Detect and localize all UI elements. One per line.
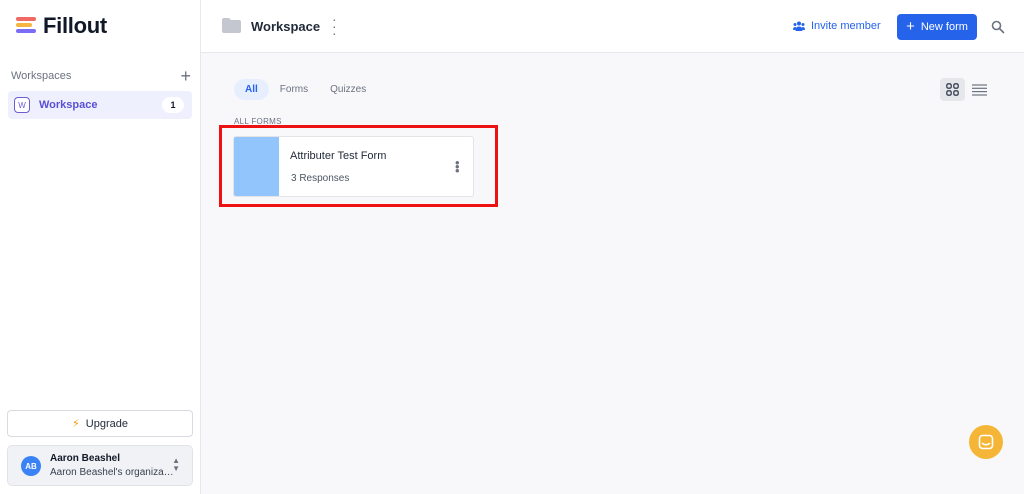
grid-view-button[interactable]	[940, 78, 965, 101]
lightning-icon: ⚡	[72, 418, 80, 430]
new-form-button[interactable]: + New form	[897, 14, 977, 40]
list-icon	[971, 83, 987, 96]
header: Workspace · · · Invite member + New form	[201, 0, 1024, 53]
more-options-icon[interactable]: · · ·	[332, 12, 337, 40]
tab-quizzes[interactable]: Quizzes	[319, 79, 377, 100]
workspace-count-badge: 1	[162, 97, 184, 113]
upgrade-button[interactable]: ⚡ Upgrade	[7, 410, 193, 437]
chevron-up-down-icon: ▲ ▼	[172, 456, 180, 473]
plus-icon: +	[906, 18, 915, 35]
list-view-button[interactable]	[969, 78, 989, 101]
user-organization: Aaron Beashel's organization	[50, 467, 174, 478]
folder-icon	[222, 18, 241, 33]
filter-tabs: All Forms Quizzes	[234, 79, 377, 100]
app-name: Fillout	[43, 13, 107, 38]
user-name: Aaron Beashel	[50, 453, 121, 464]
fillout-logo-icon	[16, 17, 36, 35]
invite-member-button[interactable]: Invite member	[793, 20, 881, 32]
tab-forms[interactable]: Forms	[269, 79, 319, 100]
workspaces-header: Workspaces +	[11, 67, 191, 85]
chat-launcher-button[interactable]	[969, 425, 1003, 459]
chat-icon	[978, 434, 994, 450]
grid-icon	[946, 83, 959, 96]
sidebar: Fillout Workspaces + W Workspace 1 ⚡ Upg…	[0, 0, 201, 494]
upgrade-label: Upgrade	[85, 417, 128, 430]
plus-icon[interactable]: +	[180, 67, 191, 85]
page-title: Workspace	[251, 19, 321, 34]
workspace-badge: W	[14, 97, 30, 113]
user-account-switcher[interactable]: AB Aaron Beashel Aaron Beashel's organiz…	[7, 445, 193, 486]
highlight-box	[219, 125, 498, 207]
sidebar-item-workspace[interactable]: W Workspace 1	[8, 91, 192, 119]
tab-all[interactable]: All	[234, 79, 269, 100]
new-form-label: New form	[920, 21, 968, 33]
logo[interactable]: Fillout	[16, 13, 107, 38]
invite-member-label: Invite member	[811, 20, 881, 32]
search-icon[interactable]	[991, 20, 1005, 34]
workspaces-label: Workspaces	[11, 70, 72, 82]
sidebar-item-label: Workspace	[39, 99, 98, 111]
users-icon	[793, 21, 805, 31]
avatar: AB	[21, 456, 41, 476]
